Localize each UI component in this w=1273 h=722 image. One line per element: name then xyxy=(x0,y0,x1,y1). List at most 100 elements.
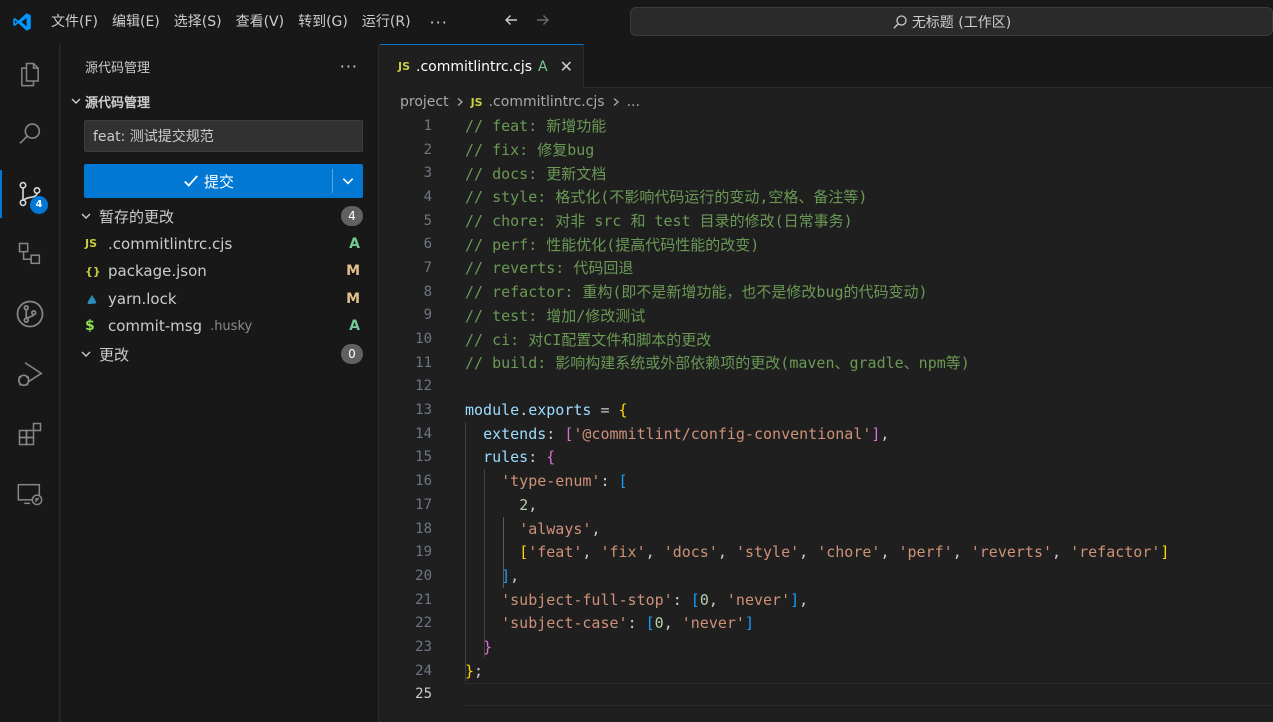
menu-selection[interactable]: 选择(S) xyxy=(167,7,229,37)
js-file-icon: JS xyxy=(85,237,98,251)
line-number: 14 xyxy=(415,425,432,442)
code-text: } xyxy=(483,637,493,656)
changes-header[interactable]: 更改 0 xyxy=(61,340,378,368)
file-name: commit-msg xyxy=(108,317,203,336)
run-debug-icon[interactable] xyxy=(0,346,60,402)
line-number: 4 xyxy=(423,188,432,205)
code-line: 18 'always', xyxy=(380,517,1273,541)
code-text: extends: ['@commitlint/config-convention… xyxy=(483,424,890,443)
shell-file-icon: $ xyxy=(85,318,95,335)
line-number: 2 xyxy=(423,141,432,158)
staged-file-yarn-lock[interactable]: yarn.lock M xyxy=(61,285,378,313)
commit-button[interactable]: 提交 xyxy=(84,164,332,198)
code-line: 7 // reverts: 代码回退 xyxy=(380,256,1273,280)
remote-explorer-icon[interactable] xyxy=(0,226,60,282)
line-number: 10 xyxy=(415,331,432,348)
line-number: 22 xyxy=(415,615,432,632)
staged-file-package-json[interactable]: {} package.json M xyxy=(61,258,378,286)
line-number: 6 xyxy=(423,236,432,253)
line-number: 5 xyxy=(423,212,432,229)
commit-message-input[interactable]: feat: 测试提交规范 xyxy=(84,120,363,152)
line-number: 23 xyxy=(415,638,432,655)
commit-button-group: 提交 xyxy=(84,164,363,198)
code-line: 21 'subject-full-stop': [0, 'never'], xyxy=(380,588,1273,612)
chevron-right-icon xyxy=(457,98,463,106)
forward-arrow-icon[interactable] xyxy=(532,12,554,33)
line-number: 8 xyxy=(423,283,432,300)
staged-changes-label: 暂存的更改 xyxy=(99,207,175,226)
source-control-icon[interactable]: 4 xyxy=(0,166,60,222)
code-line: 2 // fix: 修复bug xyxy=(380,138,1273,162)
extensions-icon[interactable] xyxy=(0,406,60,462)
chevron-right-icon xyxy=(613,98,619,106)
commit-button-label: 提交 xyxy=(203,172,234,191)
breadcrumb-file[interactable]: .commitlintrc.cjs xyxy=(489,94,605,110)
command-center-search[interactable]: 无标题 (工作区) xyxy=(630,7,1273,36)
line-number: 3 xyxy=(423,165,432,182)
sidebar-header: 源代码管理 ··· xyxy=(61,44,378,88)
breadcrumb-more[interactable]: ... xyxy=(627,94,640,110)
line-number: 25 xyxy=(415,686,432,703)
line-number: 11 xyxy=(415,354,432,371)
check-icon xyxy=(184,175,198,187)
staged-changes-header[interactable]: 暂存的更改 4 xyxy=(61,202,378,230)
line-number: 7 xyxy=(423,259,432,276)
line-number: 15 xyxy=(415,449,432,466)
close-icon[interactable]: ✕ xyxy=(560,57,573,76)
menu-go[interactable]: 转到(G) xyxy=(291,7,355,37)
code-line: 5 // chore: 对非 src 和 test 目录的修改(日常事务) xyxy=(380,209,1273,233)
line-number: 9 xyxy=(423,307,432,324)
line-number: 13 xyxy=(415,402,432,419)
code-text: }; xyxy=(465,661,484,680)
staged-file-commit-msg[interactable]: $ commit-msg .husky A xyxy=(61,313,378,341)
menu-run[interactable]: 运行(R) xyxy=(355,7,418,37)
code-text: // refactor: 重构(即不是新增功能，也不是修改bug的代码变动) xyxy=(465,283,928,302)
line-number: 1 xyxy=(423,117,432,134)
menu-view[interactable]: 查看(V) xyxy=(229,7,292,37)
file-name: .commitlintrc.cjs xyxy=(108,234,233,253)
code-text: // ci: 对CI配置文件和脚本的更改 xyxy=(465,330,712,349)
tab-commitlintrc[interactable]: JS .commitlintrc.cjs A ✕ xyxy=(380,44,584,88)
commit-message-text: feat: 测试提交规范 xyxy=(93,129,214,145)
line-number: 12 xyxy=(415,378,432,395)
code-line: 25 xyxy=(380,682,1273,707)
menu-file[interactable]: 文件(F) xyxy=(44,7,105,37)
code-text: // perf: 性能优化(提高代码性能的改变) xyxy=(465,235,760,254)
code-line: 19 ['feat', 'fix', 'docs', 'style', 'cho… xyxy=(380,540,1273,564)
yarn-file-icon xyxy=(85,292,107,306)
code-line: 23 } xyxy=(380,635,1273,659)
code-line: 24}; xyxy=(380,659,1273,683)
breadcrumb-folder[interactable]: project xyxy=(400,94,449,110)
code-text: rules: { xyxy=(483,448,556,467)
code-text: 2, xyxy=(519,495,538,514)
staged-file-commitlintrc[interactable]: JS .commitlintrc.cjs A xyxy=(61,230,378,258)
commit-dropdown-button[interactable] xyxy=(333,164,363,198)
code-text: // fix: 修复bug xyxy=(465,141,595,160)
search-icon[interactable] xyxy=(0,106,60,162)
scm-section-header[interactable]: 源代码管理 xyxy=(61,88,378,114)
line-number: 24 xyxy=(415,662,432,679)
staged-count-badge: 4 xyxy=(341,206,363,226)
source-control-sidebar: 源代码管理 ··· 源代码管理 feat: 测试提交规范 提交 暂存的更改 4 … xyxy=(61,44,379,722)
menu-edit[interactable]: 编辑(E) xyxy=(105,7,167,37)
code-line: 1 // feat: 新增功能 xyxy=(380,114,1273,138)
line-number: 21 xyxy=(415,591,432,608)
file-name: yarn.lock xyxy=(108,289,177,308)
line-number: 16 xyxy=(415,473,432,490)
code-line: 4 // style: 格式化(不影响代码运行的变动,空格、备注等) xyxy=(380,185,1273,209)
changes-count-badge: 0 xyxy=(341,344,363,364)
explorer-icon[interactable] xyxy=(0,46,60,102)
activity-bar: 4 xyxy=(0,44,60,722)
file-status-modified: M xyxy=(346,263,360,280)
file-status-added: A xyxy=(349,318,360,335)
sidebar-more-button[interactable]: ··· xyxy=(340,57,358,76)
back-arrow-icon[interactable] xyxy=(500,12,522,33)
file-directory: .husky xyxy=(210,318,253,334)
chevron-down-icon xyxy=(77,210,95,222)
git-graph-icon[interactable] xyxy=(0,286,60,342)
code-line: 20 ], xyxy=(380,564,1273,588)
remote-window-icon[interactable] xyxy=(0,466,60,522)
code-editor[interactable]: 1 // feat: 新增功能 2 // fix: 修复bug 3 // docs: 更新… xyxy=(380,114,1273,706)
menu-more-button[interactable]: ··· xyxy=(418,13,460,32)
editor-area: JS .commitlintrc.cjs A ✕ project JS .com… xyxy=(380,44,1273,722)
